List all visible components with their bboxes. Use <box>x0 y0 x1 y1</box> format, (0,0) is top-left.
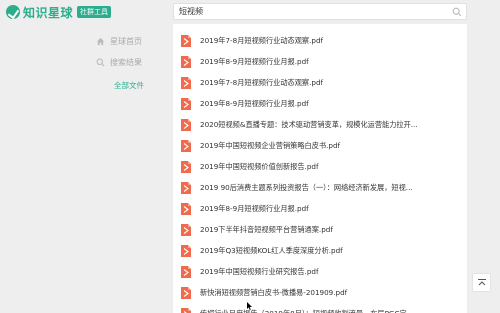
file-row[interactable]: 2019年7-8月短视频行业动态观察.pdf <box>173 30 467 51</box>
file-row[interactable]: 2019下半年抖音短视频平台营销通案.pdf <box>173 219 467 240</box>
top-bar: 知识星球 社群工具 短视频 <box>0 0 500 24</box>
file-name[interactable]: 2019年7-8月短视频行业动态观察.pdf <box>200 36 462 46</box>
file-name[interactable]: 2019年中国短视频企业营销策略白皮书.pdf <box>200 141 462 151</box>
sidebar-item-label: 全部文件 <box>114 81 144 90</box>
file-row[interactable]: 2019年Q3短视频KOL红人季度深度分析.pdf <box>173 240 467 261</box>
pdf-file-icon <box>181 202 191 215</box>
pdf-file-icon <box>181 76 191 89</box>
file-name[interactable]: 2019年中国短视频价值创新报告.pdf <box>200 162 462 172</box>
file-list: 2019年7-8月短视频行业动态观察.pdf 2019年8-9月短视频行业月报.p… <box>173 24 467 313</box>
brand-name: 知识星球 <box>23 5 74 20</box>
brand-logo[interactable]: 知识星球 社群工具 <box>6 4 112 20</box>
search-input[interactable]: 短视频 <box>173 3 467 20</box>
back-to-top-icon <box>477 278 486 285</box>
file-name[interactable]: 2019年中国短视频行业研究报告.pdf <box>200 267 462 277</box>
file-name[interactable]: 2019下半年抖音短视频平台营销通案.pdf <box>200 225 462 235</box>
file-name[interactable]: 2019年8-9月短视频行业月报.pdf <box>200 99 462 109</box>
sidebar-item-all-files[interactable]: 全部文件 <box>114 80 144 91</box>
file-name[interactable]: 2019年7-8月短视频行业动态观察.pdf <box>200 78 462 88</box>
file-row[interactable]: 传媒行业月度报告（2019年8月）：短视频收割流量，布局PGC完... <box>173 303 467 313</box>
pdf-file-icon <box>181 286 191 299</box>
pdf-file-icon <box>181 55 191 68</box>
file-name[interactable]: 新快消短视频营销白皮书-微播易-201909.pdf <box>200 288 462 298</box>
file-name[interactable]: 2019年Q3短视频KOL红人季度深度分析.pdf <box>200 246 462 256</box>
file-row[interactable]: 2019年中国短视频行业研究报告.pdf <box>173 261 467 282</box>
pdf-file-icon <box>181 160 191 173</box>
file-row[interactable]: 新快消短视频营销白皮书-微播易-201909.pdf <box>173 282 467 303</box>
file-name[interactable]: 2019年8-9月短视频行业月报.pdf <box>200 204 462 214</box>
sidebar-item-home[interactable]: 星球首页 <box>96 36 142 47</box>
file-row[interactable]: 2019年8-9月短视频行业月报.pdf <box>173 93 467 114</box>
pdf-file-icon <box>181 223 191 236</box>
home-icon <box>96 37 105 46</box>
sidebar-item-label: 搜索结果 <box>110 58 142 67</box>
search-icon[interactable] <box>452 7 462 17</box>
file-row[interactable]: 2019年中国短视频价值创新报告.pdf <box>173 156 467 177</box>
pdf-file-icon <box>181 139 191 152</box>
brand-badge: 社群工具 <box>77 6 112 18</box>
file-row[interactable]: 2019年8-9月短视频行业月报.pdf <box>173 51 467 72</box>
sidebar-item-search-results[interactable]: 搜索结果 <box>96 57 142 68</box>
mouse-cursor-icon <box>247 302 252 310</box>
pdf-file-icon <box>181 265 191 278</box>
file-name[interactable]: 2020短视频&直播专题：技术驱动营销变革，规模化运营能力拉开... <box>200 120 462 130</box>
file-name[interactable]: 传媒行业月度报告（2019年8月）：短视频收割流量，布局PGC完... <box>200 309 462 313</box>
file-row[interactable]: 2019年8-9月短视频行业月报.pdf <box>173 198 467 219</box>
pdf-file-icon <box>181 244 191 257</box>
file-row[interactable]: 2019年中国短视频企业营销策略白皮书.pdf <box>173 135 467 156</box>
pdf-file-icon <box>181 307 191 313</box>
file-name[interactable]: 2019 90后消费主题系列投资报告（一）：网络经济新发展，短视... <box>200 183 462 193</box>
pdf-file-icon <box>181 118 191 131</box>
pdf-file-icon <box>181 34 191 47</box>
search-value: 短视频 <box>179 7 203 16</box>
search-icon <box>96 58 105 67</box>
file-row[interactable]: 2020短视频&直播专题：技术驱动营销变革，规模化运营能力拉开... <box>173 114 467 135</box>
file-row[interactable]: 2019年7-8月短视频行业动态观察.pdf <box>173 72 467 93</box>
sidebar-item-label: 星球首页 <box>110 37 142 46</box>
pdf-file-icon <box>181 97 191 110</box>
file-row[interactable]: 2019 90后消费主题系列投资报告（一）：网络经济新发展，短视... <box>173 177 467 198</box>
logo-check-icon <box>6 5 20 19</box>
pdf-file-icon <box>181 181 191 194</box>
back-to-top-button[interactable] <box>472 273 491 292</box>
file-name[interactable]: 2019年8-9月短视频行业月报.pdf <box>200 57 462 67</box>
